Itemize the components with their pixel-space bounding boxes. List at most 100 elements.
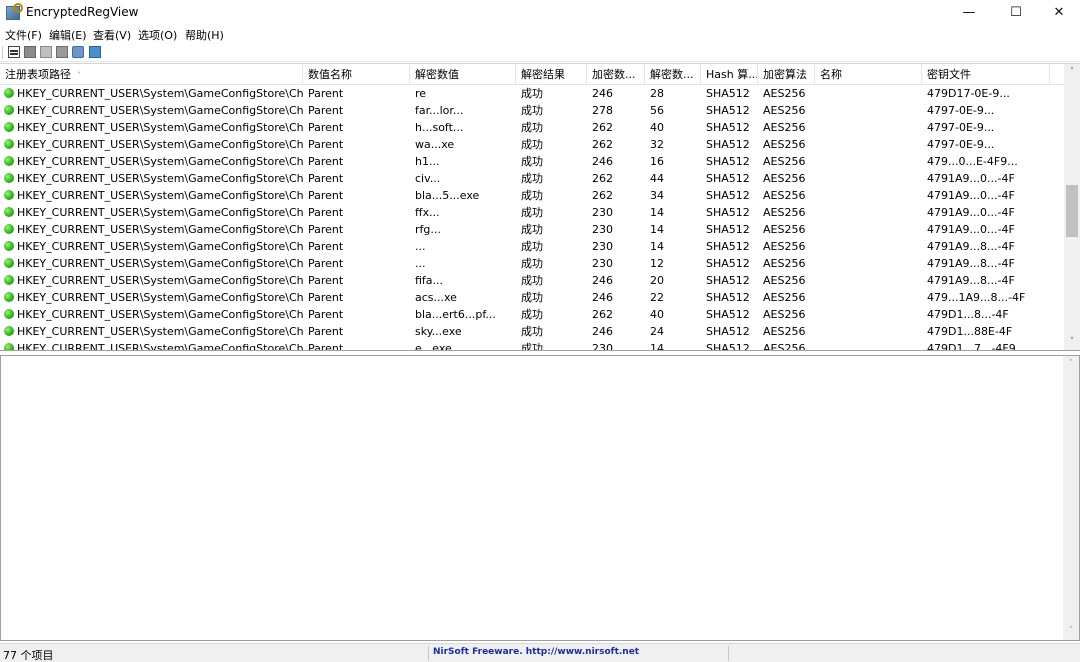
cell-name — [815, 272, 922, 289]
cell-key-file: 4791A9...0...-4F — [927, 189, 1015, 202]
cell-name — [815, 238, 922, 255]
html-report-icon[interactable] — [56, 46, 68, 58]
menu-edit[interactable]: 编辑(E) — [49, 27, 87, 43]
exit-icon[interactable] — [89, 46, 101, 58]
cell-hash-algorithm: SHA512 — [706, 274, 750, 287]
scroll-up-icon[interactable]: ˄ — [1063, 356, 1079, 373]
close-button[interactable]: ✕ — [1036, 0, 1080, 26]
cell-registry-path: HKEY_CURRENT_USER\System\GameConfigStore… — [17, 308, 303, 321]
table-row[interactable]: HKEY_CURRENT_USER\System\GameConfigStore… — [0, 340, 1064, 351]
col-value-name[interactable]: 数值名称 — [303, 64, 410, 85]
cell-key-file: 4791A9...8...-4F — [927, 240, 1015, 253]
cell-registry-path: HKEY_CURRENT_USER\System\GameConfigStore… — [17, 172, 303, 185]
col-name[interactable]: 名称 — [815, 64, 922, 85]
col-decrypted-size[interactable]: 解密数... — [645, 64, 701, 85]
cell-value-name: Parent — [308, 240, 344, 253]
cell-decrypted-size: 14 — [650, 342, 664, 351]
nirsoft-link[interactable]: NirSoft Freeware. http://www.nirsoft.net — [433, 647, 639, 657]
cell-registry-path: HKEY_CURRENT_USER\System\GameConfigStore… — [17, 121, 303, 134]
details-pane[interactable]: ˄ ˅ — [0, 355, 1080, 641]
menu-file[interactable]: 文件(F) — [5, 27, 42, 43]
cell-encrypted-size: 246 — [592, 274, 613, 287]
cell-encrypted-size: 262 — [592, 308, 613, 321]
cell-decrypted-value: e...exe — [415, 342, 452, 351]
cell-value-name: Parent — [308, 274, 344, 287]
cell-value-name: Parent — [308, 121, 344, 134]
table-row[interactable]: HKEY_CURRENT_USER\System\GameConfigStore… — [0, 170, 1064, 187]
cell-value-name: Parent — [308, 342, 344, 351]
cell-key-file: 479D1...88E-4F — [927, 325, 1013, 338]
table-row[interactable]: HKEY_CURRENT_USER\System\GameConfigStore… — [0, 119, 1064, 136]
cell-value-name: Parent — [308, 223, 344, 236]
cell-encrypted-size: 230 — [592, 257, 613, 270]
col-encryption-algorithm[interactable]: 加密算法 — [758, 64, 815, 85]
app-icon — [6, 3, 23, 20]
menu-options[interactable]: 选项(O) — [138, 27, 177, 43]
scroll-down-icon[interactable]: ˅ — [1064, 334, 1080, 350]
table-row[interactable]: HKEY_CURRENT_USER\System\GameConfigStore… — [0, 255, 1064, 272]
col-key-file[interactable]: 密钥文件 — [922, 64, 1050, 85]
table-row[interactable]: HKEY_CURRENT_USER\System\GameConfigStore… — [0, 85, 1064, 102]
cell-decrypted-value: ... — [415, 257, 426, 270]
cell-hash-algorithm: SHA512 — [706, 138, 750, 151]
table-row[interactable]: HKEY_CURRENT_USER\System\GameConfigStore… — [0, 221, 1064, 238]
list-scrollbar[interactable]: ˄ ˅ — [1064, 64, 1080, 350]
cell-decrypt-result: 成功 — [521, 342, 543, 351]
cell-decrypt-result: 成功 — [521, 87, 543, 100]
scroll-up-icon[interactable]: ˄ — [1064, 64, 1080, 81]
cell-decrypted-value: ... — [415, 240, 426, 253]
col-hash-algorithm[interactable]: Hash 算... — [701, 64, 758, 85]
table-row[interactable]: HKEY_CURRENT_USER\System\GameConfigStore… — [0, 136, 1064, 153]
col-registry-path[interactable]: 注册表项路径 ˄ — [0, 64, 303, 85]
table-row[interactable]: HKEY_CURRENT_USER\System\GameConfigStore… — [0, 102, 1064, 119]
cell-name — [815, 170, 922, 187]
maximize-button[interactable]: ☐ — [993, 0, 1039, 26]
cell-encryption-algorithm: AES256 — [763, 189, 806, 202]
table-row[interactable]: HKEY_CURRENT_USER\System\GameConfigStore… — [0, 153, 1064, 170]
table-row[interactable]: HKEY_CURRENT_USER\System\GameConfigStore… — [0, 306, 1064, 323]
cell-registry-path: HKEY_CURRENT_USER\System\GameConfigStore… — [17, 240, 303, 253]
col-decrypted-value[interactable]: 解密数值 — [410, 64, 516, 85]
cell-value-name: Parent — [308, 291, 344, 304]
properties-icon[interactable] — [8, 46, 20, 58]
cell-key-file: 479D1...7...-4F9... — [927, 342, 1027, 351]
cell-decrypt-result: 成功 — [521, 308, 543, 321]
table-row[interactable]: HKEY_CURRENT_USER\System\GameConfigStore… — [0, 289, 1064, 306]
cell-encrypted-size: 262 — [592, 189, 613, 202]
table-row[interactable]: HKEY_CURRENT_USER\System\GameConfigStore… — [0, 238, 1064, 255]
cell-key-file: 4791A9...0...-4F — [927, 206, 1015, 219]
table-row[interactable]: HKEY_CURRENT_USER\System\GameConfigStore… — [0, 323, 1064, 340]
cell-key-file: 4791A9...0...-4F — [927, 223, 1015, 236]
registry-list[interactable]: 注册表项路径 ˄ 数值名称 解密数值 解密结果 加密数... 解密数... Has… — [0, 63, 1080, 351]
cell-hash-algorithm: SHA512 — [706, 189, 750, 202]
menu-view[interactable]: 查看(V) — [93, 27, 131, 43]
col-decrypt-result[interactable]: 解密结果 — [516, 64, 587, 85]
table-row[interactable]: HKEY_CURRENT_USER\System\GameConfigStore… — [0, 204, 1064, 221]
table-row[interactable]: HKEY_CURRENT_USER\System\GameConfigStore… — [0, 272, 1064, 289]
status-divider — [428, 646, 429, 661]
cell-hash-algorithm: SHA512 — [706, 342, 750, 351]
scroll-down-icon[interactable]: ˅ — [1063, 623, 1079, 640]
save-icon[interactable] — [24, 46, 36, 58]
cell-value-name: Parent — [308, 325, 344, 338]
copy-icon[interactable] — [40, 46, 52, 58]
cell-decrypted-value: ffx... — [415, 206, 440, 219]
cell-registry-path: HKEY_CURRENT_USER\System\GameConfigStore… — [17, 274, 303, 287]
cell-encryption-algorithm: AES256 — [763, 155, 806, 168]
find-icon[interactable] — [72, 46, 84, 58]
cell-registry-path: HKEY_CURRENT_USER\System\GameConfigStore… — [17, 138, 303, 151]
cell-registry-path: HKEY_CURRENT_USER\System\GameConfigStore… — [17, 206, 303, 219]
cell-decrypted-size: 24 — [650, 325, 664, 338]
scroll-thumb[interactable] — [1066, 185, 1078, 237]
menu-help[interactable]: 帮助(H) — [185, 27, 224, 43]
cell-name — [815, 136, 922, 153]
cell-encrypted-size: 230 — [592, 240, 613, 253]
details-scrollbar[interactable]: ˄ ˅ — [1063, 356, 1079, 640]
table-row[interactable]: HKEY_CURRENT_USER\System\GameConfigStore… — [0, 187, 1064, 204]
minimize-button[interactable]: — — [946, 0, 992, 26]
cell-decrypted-size: 22 — [650, 291, 664, 304]
col-encrypted-size[interactable]: 加密数... — [587, 64, 645, 85]
cell-value-name: Parent — [308, 172, 344, 185]
cell-hash-algorithm: SHA512 — [706, 104, 750, 117]
cell-decrypted-size: 32 — [650, 138, 664, 151]
